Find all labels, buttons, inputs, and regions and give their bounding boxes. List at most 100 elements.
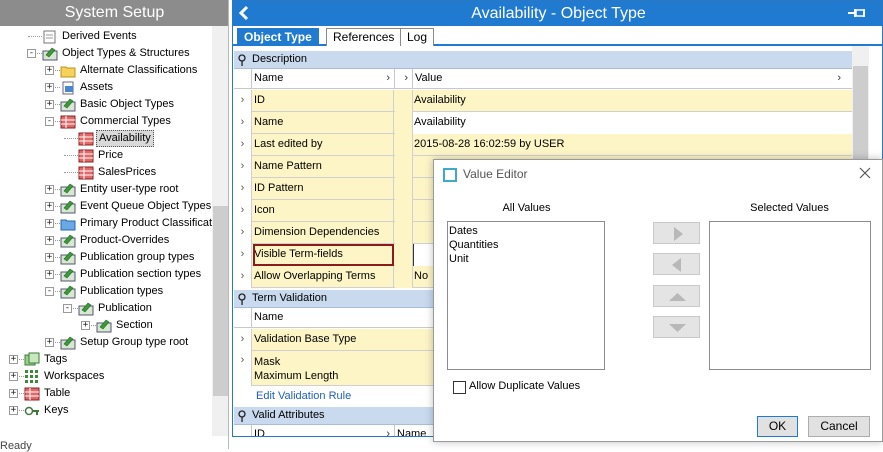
ok-button[interactable]: OK [757,416,798,437]
allow-duplicates-checkbox[interactable] [453,381,466,394]
tree-item-label[interactable]: Tags [42,351,69,368]
tree-item[interactable]: + Basic Object Types [0,96,212,113]
tab-references[interactable]: References [326,28,402,46]
tree-item-label[interactable]: Product-Overrides [78,232,171,249]
expand-icon[interactable]: + [45,253,54,262]
tree-item[interactable]: + Setup Group type root [0,334,212,351]
tree-item-label[interactable]: Assets [78,79,115,96]
tree-item-label[interactable]: Publication types [78,283,165,300]
tree-item[interactable]: + Alternate Classifications [0,62,212,79]
row-value[interactable]: Availability [413,90,866,112]
back-arrow-icon[interactable] [237,2,253,29]
collapse-icon[interactable]: - [27,49,36,58]
collapse-icon[interactable]: - [45,287,54,296]
tree-scrollbar-thumb[interactable] [213,206,228,396]
tree-item[interactable]: + Workspaces [0,368,212,385]
expand-icon[interactable]: + [81,321,90,330]
tree-item-label[interactable]: Table [42,385,72,402]
tree-item-label[interactable]: Publication section types [78,266,203,283]
row-expander-icon[interactable]: › [234,222,252,244]
expand-icon[interactable]: + [9,372,18,381]
tree-item-label[interactable]: Price [96,147,125,164]
collapse-icon[interactable]: - [63,304,72,313]
expand-icon[interactable]: + [45,83,54,92]
expand-icon[interactable]: + [45,338,54,347]
table-row[interactable]: › Name Availability [234,112,866,134]
tab-log[interactable]: Log [400,28,435,46]
selected-values-list[interactable] [709,221,871,370]
expand-icon[interactable]: + [9,389,18,398]
list-item[interactable]: Unit [449,252,604,266]
tree-item-label[interactable]: Publication [96,300,154,317]
row-expander-icon[interactable]: › [234,351,252,386]
list-item[interactable]: Quantities [449,238,604,252]
tree-item[interactable]: + Keys [0,402,212,419]
tree-item[interactable]: + Publication section types [0,266,212,283]
value-column-header[interactable]: Value › [413,69,845,89]
table-row[interactable]: › ID Availability [234,90,866,112]
expand-icon[interactable]: + [9,406,18,415]
row-value[interactable]: Availability [413,112,866,134]
tree-item-label[interactable]: Section [114,317,155,334]
tree-item[interactable]: + Assets [0,79,212,96]
tree-item-label[interactable]: Primary Product Classification [78,215,212,232]
tree-item[interactable]: - Publication [0,300,212,317]
table-row[interactable]: › Last edited by 2015-08-28 16:02:59 by US… [234,134,866,156]
tree-item[interactable]: + Section [0,317,212,334]
list-item[interactable]: Dates [449,224,604,238]
pin-icon[interactable] [848,8,866,18]
tree-item[interactable]: Availability [0,130,212,147]
row-expander-icon[interactable]: › [234,329,252,351]
name-column-header[interactable]: Name [395,425,435,436]
expand-icon[interactable]: + [45,185,54,194]
expand-icon[interactable]: + [45,202,54,211]
tree-item-label[interactable]: Alternate Classifications [78,62,199,79]
expand-icon[interactable]: + [45,66,54,75]
move-left-button[interactable] [653,253,700,275]
tree-item-label[interactable]: Event Queue Object Types [78,198,212,215]
tree-item-label[interactable]: Workspaces [42,368,106,385]
allow-duplicates-label[interactable]: Allow Duplicate Values [469,380,580,392]
tree-item-label[interactable]: Entity user-type root [78,181,180,198]
row-expander-icon[interactable]: › [234,266,252,288]
tab-object-type[interactable]: Object Type [237,28,319,46]
tree-item-label[interactable]: Keys [42,402,70,419]
expand-icon[interactable]: + [45,236,54,245]
tree-item[interactable]: - Publication types [0,283,212,300]
tree-item[interactable]: + Table [0,385,212,402]
gap-column-header[interactable]: › [395,69,413,89]
move-down-button[interactable] [653,316,700,338]
id-column-header[interactable]: ID › [252,425,395,436]
row-expander-icon[interactable]: › [234,156,252,178]
tree-item[interactable]: - Commercial Types [0,113,212,130]
name-column-header[interactable]: Name › [252,69,395,89]
tree-item-label[interactable]: Basic Object Types [78,96,176,113]
tree-item[interactable]: + Tags [0,351,212,368]
row-expander-icon[interactable]: › [234,200,252,222]
tree-item-label[interactable]: Availability [96,130,154,147]
row-expander-icon[interactable]: › [234,134,252,156]
move-right-button[interactable] [653,222,700,244]
row-value[interactable]: 2015-08-28 16:02:59 by USER [413,134,866,156]
tree-item-label[interactable]: Derived Events [60,28,139,45]
tree-item[interactable]: + Event Queue Object Types [0,198,212,215]
row-expander-icon[interactable]: › [234,90,252,112]
tree-item[interactable]: + Publication group types [0,249,212,266]
tree-item[interactable]: + Product-Overrides [0,232,212,249]
tree-item[interactable]: + Primary Product Classification [0,215,212,232]
edit-validation-rule-link[interactable]: Edit Validation Rule [256,387,351,405]
row-expander-icon[interactable]: › [234,112,252,134]
expand-icon[interactable]: + [45,270,54,279]
tree-item-label[interactable]: SalesPrices [96,164,158,181]
row-expander-icon[interactable]: › [234,244,252,266]
expand-icon[interactable]: + [45,100,54,109]
tree-item[interactable]: + Entity user-type root [0,181,212,198]
tree-item-label[interactable]: Publication group types [78,249,196,266]
collapse-icon[interactable]: - [45,117,54,126]
all-values-list[interactable]: Dates Quantities Unit [447,221,605,370]
description-section-header[interactable]: Description [234,51,866,69]
tree-item-label[interactable]: Commercial Types [78,113,173,130]
expand-icon[interactable]: + [45,219,54,228]
close-icon[interactable] [858,164,872,182]
tree-item[interactable]: - Object Types & Structures [0,45,212,62]
